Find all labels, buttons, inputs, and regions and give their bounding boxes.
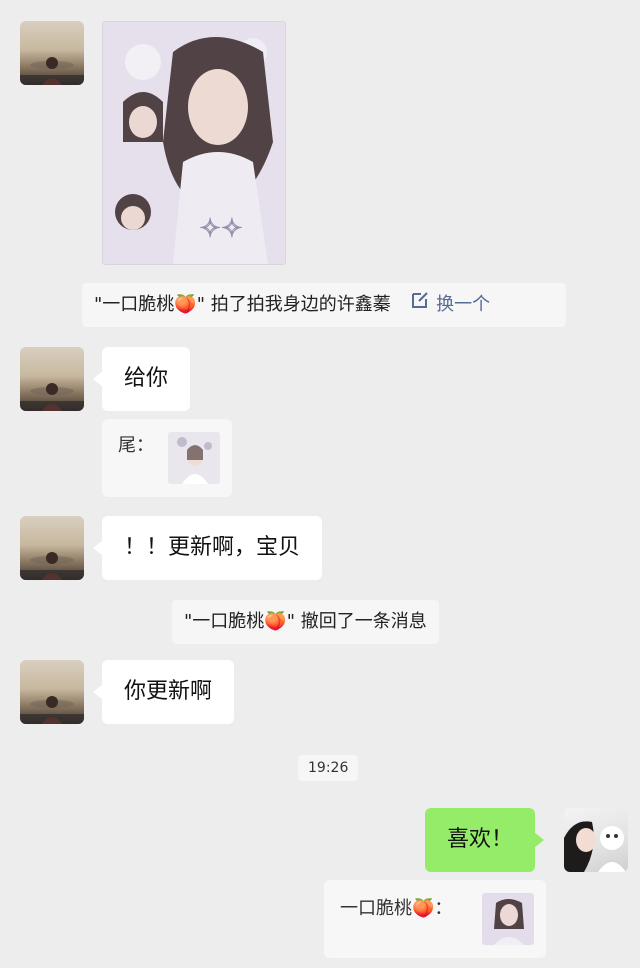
message-bubble[interactable]: 你更新啊 [92,660,235,724]
message-text: 你更新啊 [124,679,213,704]
quoted-image[interactable] [168,432,220,484]
my-avatar[interactable] [564,808,628,872]
my-message-bubble[interactable]: 喜欢！ [425,808,545,872]
contact-avatar[interactable] [20,660,84,724]
quoted-image[interactable] [482,893,534,945]
quote-label: 一口脆桃🍑： [340,898,453,919]
change-one-link[interactable]: 换一个 [436,294,490,315]
contact-avatar[interactable] [20,347,84,411]
contact-avatar[interactable] [20,21,84,85]
timestamp-text: 19:26 [308,760,349,776]
message-text: 喜欢！ [447,827,514,852]
pat-text: "一口脆桃🍑" 拍了拍我身边的许鑫蓁 [94,294,391,315]
message-text: ！！更新啊，宝贝 [124,535,301,560]
quote-label: 尾： [118,435,154,456]
timestamp: 19:26 [298,755,359,781]
contact-avatar[interactable] [20,516,84,580]
message-bubble[interactable]: 给你 [92,347,191,411]
edit-icon[interactable] [410,283,430,327]
message-bubble[interactable]: ！！更新啊，宝贝 [92,516,323,580]
recall-text: "一口脆桃🍑" 撤回了一条消息 [184,611,427,632]
image-message[interactable]: ✧✧ [102,21,286,265]
pat-notice: "一口脆桃🍑" 拍了拍我身边的许鑫蓁 换一个 [82,283,566,327]
quoted-message[interactable]: 一口脆桃🍑： [324,880,546,958]
message-text: 给你 [124,366,169,391]
recall-notice: "一口脆桃🍑" 撤回了一条消息 [172,600,439,644]
quoted-message[interactable]: 尾： [102,419,232,497]
